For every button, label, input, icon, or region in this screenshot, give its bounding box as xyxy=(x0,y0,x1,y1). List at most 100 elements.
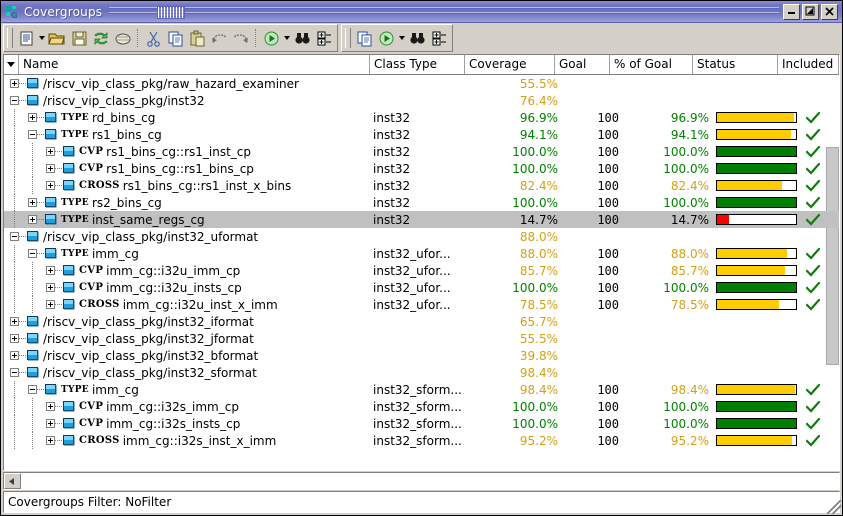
expand-plus-icon[interactable] xyxy=(46,164,55,173)
expand-plus-icon[interactable] xyxy=(28,215,37,224)
table-row[interactable]: CROSS imm_cg::i32u_inst_x_imm inst32_ufor.… xyxy=(4,296,839,313)
table-row[interactable]: CVP rs1_bins_cg::rs1_bins_cp inst32 100.0% 1… xyxy=(4,160,839,177)
toolbar-grip-2[interactable] xyxy=(345,28,351,48)
redo-button[interactable] xyxy=(230,27,252,49)
copy-button[interactable] xyxy=(164,27,186,49)
status-progress-bar xyxy=(716,146,797,157)
cell-coverage: 55.5% xyxy=(519,331,558,346)
expand-all-button-2[interactable] xyxy=(428,27,450,49)
column-header-pct-of-goal[interactable]: % of Goal xyxy=(610,55,693,74)
cell-coverage: 100.0% xyxy=(512,144,558,159)
table-row[interactable]: CVP imm_cg::i32u_insts_cp inst32_ufor... 10… xyxy=(4,279,839,296)
column-header-goal[interactable]: Goal xyxy=(555,55,610,74)
cell-status xyxy=(715,435,801,446)
expand-plus-icon[interactable] xyxy=(10,351,19,360)
node-name-label: imm_cg::i32u_imm_cp xyxy=(106,263,241,278)
expand-plus-icon[interactable] xyxy=(46,419,55,428)
tree-guide-line xyxy=(14,381,15,398)
column-header-class-type[interactable]: Class Type xyxy=(370,55,465,74)
sort-indicator-icon[interactable] xyxy=(4,55,19,74)
paste-button[interactable] xyxy=(186,27,208,49)
tree-connector xyxy=(19,338,27,339)
table-row[interactable]: CVP imm_cg::i32s_insts_cp inst32_sform... 1… xyxy=(4,415,839,432)
table-row[interactable]: TYPE inst_same_regs_cg inst32 14.7% 100 14.7% xyxy=(4,211,839,228)
table-row[interactable]: /riscv_vip_class_pkg/inst32_iformat 65.7% xyxy=(4,313,839,330)
expand-plus-icon[interactable] xyxy=(46,402,55,411)
expand-plus-icon[interactable] xyxy=(46,266,55,275)
column-header-status[interactable]: Status xyxy=(693,55,778,74)
expand-plus-icon[interactable] xyxy=(10,334,19,343)
title-bar[interactable]: G Covergroups xyxy=(1,1,842,23)
cell-name: CVP imm_cg::i32u_insts_cp xyxy=(4,279,369,296)
find-button[interactable] xyxy=(291,27,313,49)
run-button-2[interactable] xyxy=(375,27,397,49)
table-row[interactable]: TYPE rs2_bins_cg inst32 100.0% 100 100.0% xyxy=(4,194,839,211)
toolbar-grip-1[interactable] xyxy=(7,28,13,48)
print-button[interactable] xyxy=(112,27,134,49)
expand-plus-icon[interactable] xyxy=(46,300,55,309)
expand-all-button[interactable] xyxy=(313,27,335,49)
cell-included xyxy=(801,111,839,124)
table-row[interactable]: CVP rs1_bins_cg::rs1_inst_cp inst32 100.0% 1… xyxy=(4,143,839,160)
open-folder-button[interactable] xyxy=(46,27,68,49)
column-header-name[interactable]: Name xyxy=(19,55,370,74)
expand-plus-icon[interactable] xyxy=(46,181,55,190)
minimize-button[interactable] xyxy=(783,3,800,20)
column-header-coverage[interactable]: Coverage xyxy=(465,55,555,74)
find-button-2[interactable] xyxy=(406,27,428,49)
close-button[interactable] xyxy=(821,3,838,20)
collapse-minus-icon[interactable] xyxy=(28,385,37,394)
table-row[interactable]: TYPE rs1_bins_cg inst32 94.1% 100 94.1% xyxy=(4,126,839,143)
cell-name: CVP imm_cg::i32s_insts_cp xyxy=(4,415,369,432)
cell-included xyxy=(801,383,839,396)
table-row[interactable]: /riscv_vip_class_pkg/raw_hazard_examiner… xyxy=(4,75,839,92)
expand-plus-icon[interactable] xyxy=(46,283,55,292)
table-row[interactable]: CROSS imm_cg::i32s_inst_x_imm inst32_sform… xyxy=(4,432,839,449)
scroll-left-button[interactable] xyxy=(4,473,21,489)
window-controls xyxy=(783,3,838,20)
expand-plus-icon[interactable] xyxy=(10,79,19,88)
collapse-minus-icon[interactable] xyxy=(10,96,19,105)
table-row[interactable]: CROSS rs1_bins_cg::rs1_inst_x_bins inst32 8… xyxy=(4,177,839,194)
horizontal-scrollbar-track[interactable] xyxy=(21,473,839,489)
restore-button[interactable] xyxy=(802,3,819,20)
collapse-minus-icon[interactable] xyxy=(28,130,37,139)
table-row[interactable]: /riscv_vip_class_pkg/inst32_sformat 98.4% xyxy=(4,364,839,381)
cell-class-type: inst32 xyxy=(373,178,411,193)
node-name-label: /riscv_vip_class_pkg/inst32_sformat xyxy=(43,365,257,380)
horizontal-scrollbar[interactable] xyxy=(3,472,840,490)
new-document-dropdown-icon[interactable] xyxy=(37,27,46,49)
expand-plus-icon[interactable] xyxy=(10,317,19,326)
save-button[interactable] xyxy=(68,27,90,49)
table-row[interactable]: CVP imm_cg::i32s_imm_cp inst32_sform... 100… xyxy=(4,398,839,415)
copy-button-2[interactable] xyxy=(353,27,375,49)
cell-included xyxy=(801,128,839,141)
table-row[interactable]: /riscv_vip_class_pkg/inst32 76.4% xyxy=(4,92,839,109)
expand-plus-icon[interactable] xyxy=(46,436,55,445)
table-row[interactable]: TYPE imm_cg inst32_ufor... 88.0% 100 88.0% xyxy=(4,245,839,262)
run-button[interactable] xyxy=(260,27,282,49)
new-document-button[interactable] xyxy=(15,27,37,49)
cell-coverage: 88.0% xyxy=(519,246,558,261)
cut-button[interactable] xyxy=(142,27,164,49)
table-row[interactable]: /riscv_vip_class_pkg/inst32_jformat 55.5% xyxy=(4,330,839,347)
refresh-button[interactable] xyxy=(90,27,112,49)
expand-plus-icon[interactable] xyxy=(28,198,37,207)
covergroup-node-icon xyxy=(63,282,75,293)
expand-plus-icon[interactable] xyxy=(46,147,55,156)
collapse-minus-icon[interactable] xyxy=(10,232,19,241)
run-dropdown-icon[interactable] xyxy=(282,27,291,49)
collapse-minus-icon[interactable] xyxy=(10,368,19,377)
table-row[interactable]: TYPE rd_bins_cg inst32 96.9% 100 96.9% xyxy=(4,109,839,126)
run-dropdown-icon-2[interactable] xyxy=(397,27,406,49)
column-header-included[interactable]: Included xyxy=(778,55,839,74)
title-grip-handle[interactable] xyxy=(157,6,186,19)
table-row[interactable]: /riscv_vip_class_pkg/inst32_bformat 39.8% xyxy=(4,347,839,364)
collapse-minus-icon[interactable] xyxy=(28,249,37,258)
expand-plus-icon[interactable] xyxy=(28,113,37,122)
resize-grip[interactable] xyxy=(827,500,841,514)
table-row[interactable]: TYPE imm_cg inst32_sform... 98.4% 100 98.4% xyxy=(4,381,839,398)
table-row[interactable]: CVP imm_cg::i32u_imm_cp inst32_ufor... 85.7… xyxy=(4,262,839,279)
table-row[interactable]: /riscv_vip_class_pkg/inst32_uformat 88.0% xyxy=(4,228,839,245)
undo-button[interactable] xyxy=(208,27,230,49)
